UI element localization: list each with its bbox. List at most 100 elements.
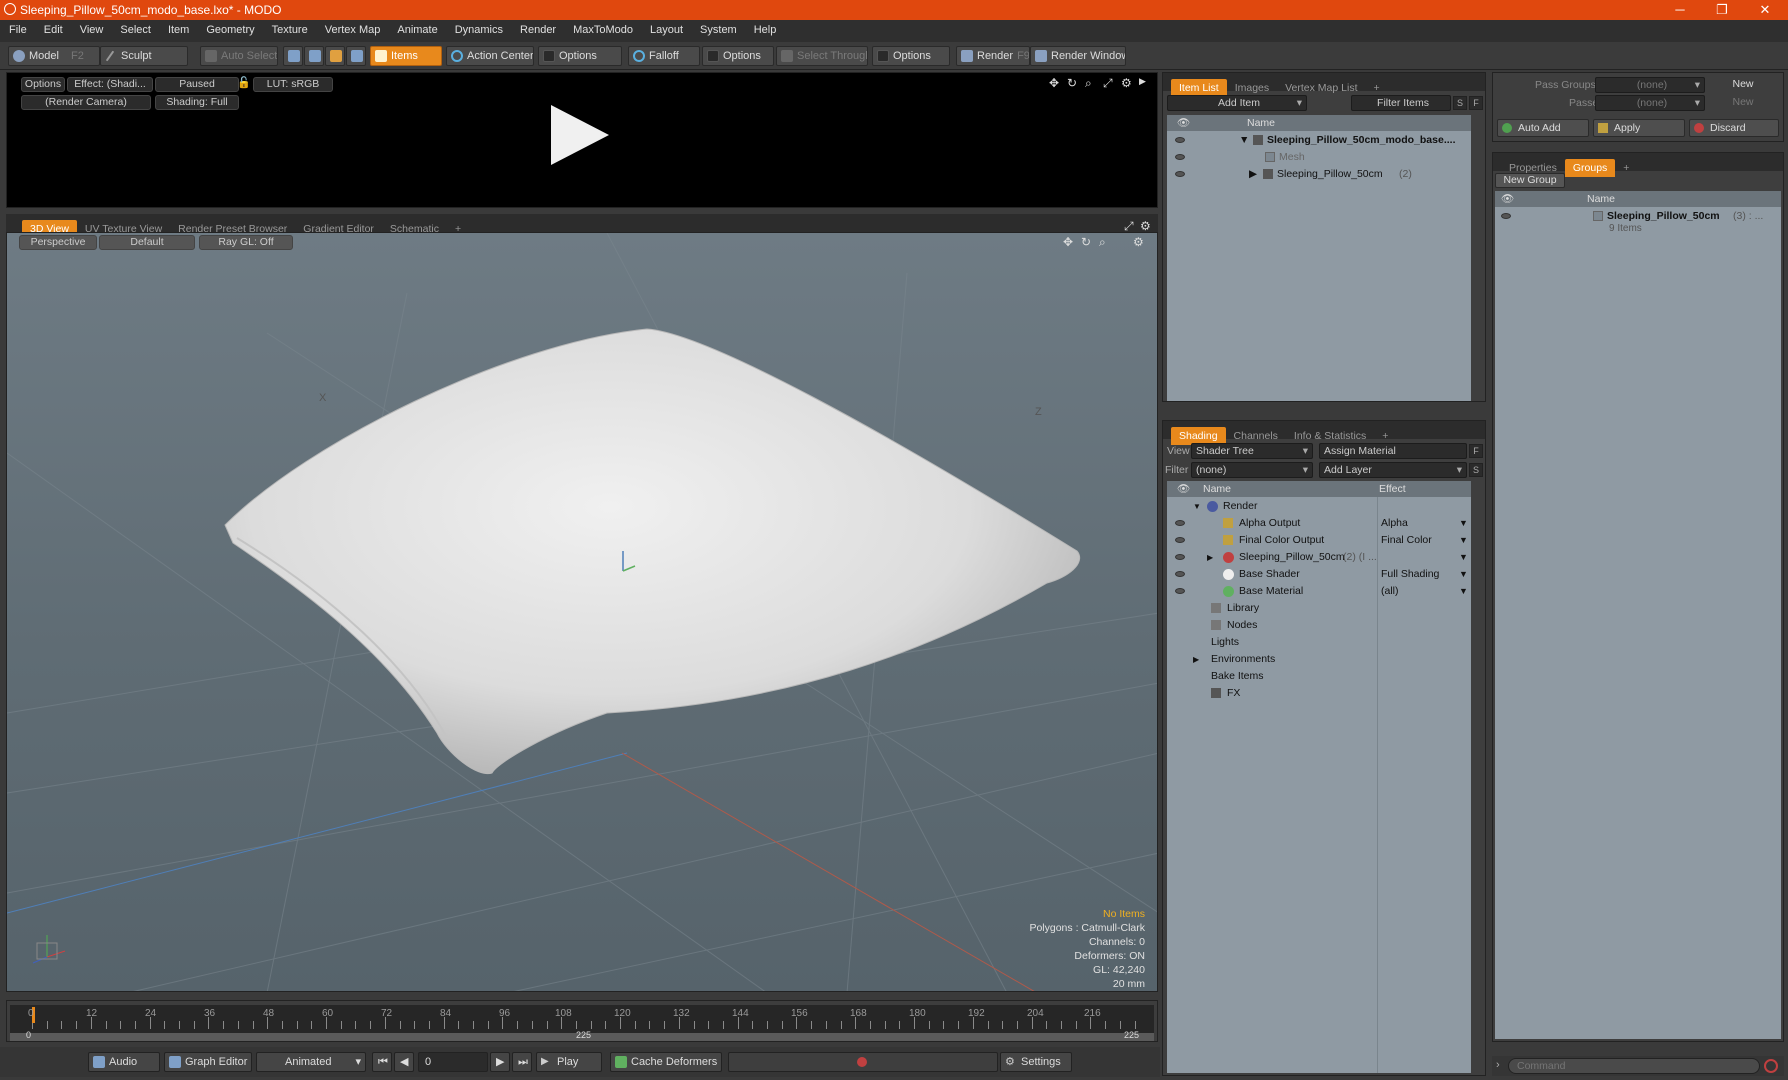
f-toggle-button[interactable]: F xyxy=(1469,444,1483,458)
transport-key-buttons[interactable] xyxy=(728,1052,998,1072)
shader-row-environments[interactable]: ▶ Environments xyxy=(1167,651,1471,668)
passes-dropdown[interactable]: (none) xyxy=(1595,95,1705,111)
item-row-pillow[interactable]: ▶ Sleeping_Pillow_50cm (2) xyxy=(1167,166,1471,183)
arrow-right-icon[interactable]: ▶ xyxy=(1139,76,1146,87)
pass-groups-dropdown[interactable]: (none) xyxy=(1595,77,1705,93)
menu-item[interactable]: Item xyxy=(159,20,197,36)
menu-layout[interactable]: Layout xyxy=(641,20,691,36)
menu-dynamics[interactable]: Dynamics xyxy=(446,20,511,36)
menu-view[interactable]: View xyxy=(71,20,112,36)
perspective-dropdown[interactable]: Perspective xyxy=(19,235,97,250)
auto-add-button[interactable]: Auto Add xyxy=(1497,119,1589,137)
s-toggle-button[interactable]: S xyxy=(1453,96,1467,110)
shader-row-alpha-output[interactable]: Alpha Output Alpha ▼ xyxy=(1167,515,1471,532)
prev-key-button[interactable]: ◀ xyxy=(394,1052,414,1072)
restore-button[interactable]: ❐ xyxy=(1702,0,1742,20)
menu-select[interactable]: Select xyxy=(111,20,159,36)
paused-button[interactable]: Paused xyxy=(155,77,239,92)
menu-file[interactable]: File xyxy=(0,20,35,36)
eye-icon[interactable] xyxy=(1175,554,1185,560)
menu-system[interactable]: System xyxy=(691,20,745,36)
menu-vertex-map[interactable]: Vertex Map xyxy=(316,20,389,36)
graph-editor-button[interactable]: Graph Editor xyxy=(164,1052,252,1072)
apply-button[interactable]: Apply xyxy=(1593,119,1685,137)
frame-input[interactable]: 0 xyxy=(418,1052,488,1072)
menu-texture[interactable]: Texture xyxy=(263,20,316,36)
default-dropdown[interactable]: Default xyxy=(99,235,195,250)
record-icon[interactable] xyxy=(857,1057,867,1067)
gear-icon[interactable]: ⚙ xyxy=(1133,235,1144,249)
minimize-button[interactable]: ─ xyxy=(1660,0,1700,20)
cache-deformers-button[interactable]: Cache Deformers xyxy=(610,1052,722,1072)
eye-icon[interactable] xyxy=(1501,213,1511,219)
shader-tree[interactable]: 👁 Name Effect ▼ Render Alpha Output Alpha ▼ F… xyxy=(1167,481,1471,1073)
chevron-down-icon[interactable]: ▼ xyxy=(1459,532,1468,549)
eye-icon[interactable] xyxy=(1175,571,1185,577)
close-button[interactable]: ✕ xyxy=(1745,0,1785,20)
assign-material-button[interactable]: Assign Material xyxy=(1319,443,1467,459)
eye-icon[interactable] xyxy=(1175,154,1185,160)
gear-icon[interactable]: ⚙ xyxy=(1121,76,1132,90)
materials-mode-button[interactable] xyxy=(346,46,366,66)
timeline-ruler[interactable]: 0 12 24 36 48 60 72 84 96 108 120 132 14… xyxy=(10,1005,1154,1033)
command-input[interactable] xyxy=(1508,1058,1760,1074)
effect-value[interactable]: Full Shading xyxy=(1381,566,1439,583)
polygons-mode-button[interactable] xyxy=(325,46,345,66)
action-center-options-button[interactable]: Options xyxy=(538,46,622,66)
edges-mode-button[interactable] xyxy=(304,46,324,66)
chevron-down-icon[interactable]: ▼ xyxy=(1459,583,1468,600)
item-row-scene[interactable]: ▼ Sleeping_Pillow_50cm_modo_base.... xyxy=(1167,132,1471,149)
camera-dropdown[interactable]: (Render Camera) xyxy=(21,95,151,110)
eye-icon[interactable] xyxy=(1175,171,1185,177)
range-slider[interactable]: 0 225 225 xyxy=(10,1030,1154,1041)
menu-render[interactable]: Render xyxy=(511,20,564,36)
maximize-icon[interactable]: ⤢ xyxy=(1103,76,1113,91)
view-dropdown[interactable]: Shader Tree xyxy=(1191,443,1313,459)
filter-dropdown[interactable]: (none) xyxy=(1191,462,1313,478)
menu-edit[interactable]: Edit xyxy=(35,20,71,36)
shader-row-render[interactable]: ▼ Render xyxy=(1167,498,1471,515)
move-view-icon[interactable]: ✥ xyxy=(1049,76,1059,90)
chevron-down-icon[interactable]: ▼ xyxy=(1459,549,1468,566)
animated-dropdown[interactable]: Animated ▾ xyxy=(256,1052,366,1072)
falloff-options-button[interactable]: Options xyxy=(702,46,774,66)
effect-dropdown[interactable]: Effect: (Shadi... xyxy=(67,77,153,92)
shader-row-lights[interactable]: Lights xyxy=(1167,634,1471,651)
expand-arrow-icon[interactable]: ▶ xyxy=(1193,651,1199,668)
first-frame-button[interactable]: ⏮ xyxy=(372,1052,392,1072)
effect-value[interactable]: Alpha xyxy=(1381,515,1408,532)
new-pass-button[interactable]: New xyxy=(1707,94,1779,112)
discard-button[interactable]: Discard xyxy=(1689,119,1779,137)
menu-maxtomodo[interactable]: MaxToModo xyxy=(564,20,641,36)
new-pass-group-button[interactable]: New xyxy=(1707,76,1779,94)
tab-add-button[interactable]: + xyxy=(1615,159,1637,177)
render-button[interactable]: Render F9 xyxy=(956,46,1030,66)
groups-list[interactable]: 👁 Name Sleeping_Pillow_50cm (3) : ... 9 Ite… xyxy=(1495,191,1781,1039)
auto-select-button[interactable]: Auto Select xyxy=(200,46,278,66)
expand-arrow-icon[interactable]: ▼ xyxy=(1193,498,1201,515)
shader-row-nodes[interactable]: Nodes xyxy=(1167,617,1471,634)
f-toggle-button[interactable]: F xyxy=(1469,96,1483,110)
select-options-button[interactable]: Options xyxy=(872,46,950,66)
effect-value[interactable]: Final Color xyxy=(1381,532,1432,549)
item-row-mesh[interactable]: Mesh xyxy=(1167,149,1471,166)
zoom-icon[interactable]: ⌕ xyxy=(1085,76,1092,91)
falloff-button[interactable]: Falloff xyxy=(628,46,700,66)
items-mode-button[interactable]: Items xyxy=(370,46,442,66)
record-macro-icon[interactable] xyxy=(1764,1059,1778,1073)
shader-row-fx[interactable]: FX xyxy=(1167,685,1471,702)
shader-row-library[interactable]: Library xyxy=(1167,600,1471,617)
action-center-button[interactable]: Action Center xyxy=(446,46,534,66)
new-group-button[interactable]: New Group xyxy=(1495,173,1565,188)
chevron-down-icon[interactable]: ▼ xyxy=(1459,515,1468,532)
pillow-mesh[interactable] xyxy=(224,328,1080,775)
menu-help[interactable]: Help xyxy=(745,20,785,36)
audio-button[interactable]: Audio xyxy=(88,1052,160,1072)
chevron-down-icon[interactable]: ▼ xyxy=(1459,566,1468,583)
expand-arrow-icon[interactable]: ▶ xyxy=(1249,166,1257,183)
group-row-pillow[interactable]: Sleeping_Pillow_50cm (3) : ... 9 Items xyxy=(1495,208,1781,238)
play-icon[interactable] xyxy=(551,105,609,165)
shader-row-bake-items[interactable]: Bake Items xyxy=(1167,668,1471,685)
render-window-button[interactable]: Render Window xyxy=(1030,46,1126,66)
viewport-3d[interactable]: X Z Perspective Default Ray GL: Off ✥ ↻ … xyxy=(6,232,1158,992)
